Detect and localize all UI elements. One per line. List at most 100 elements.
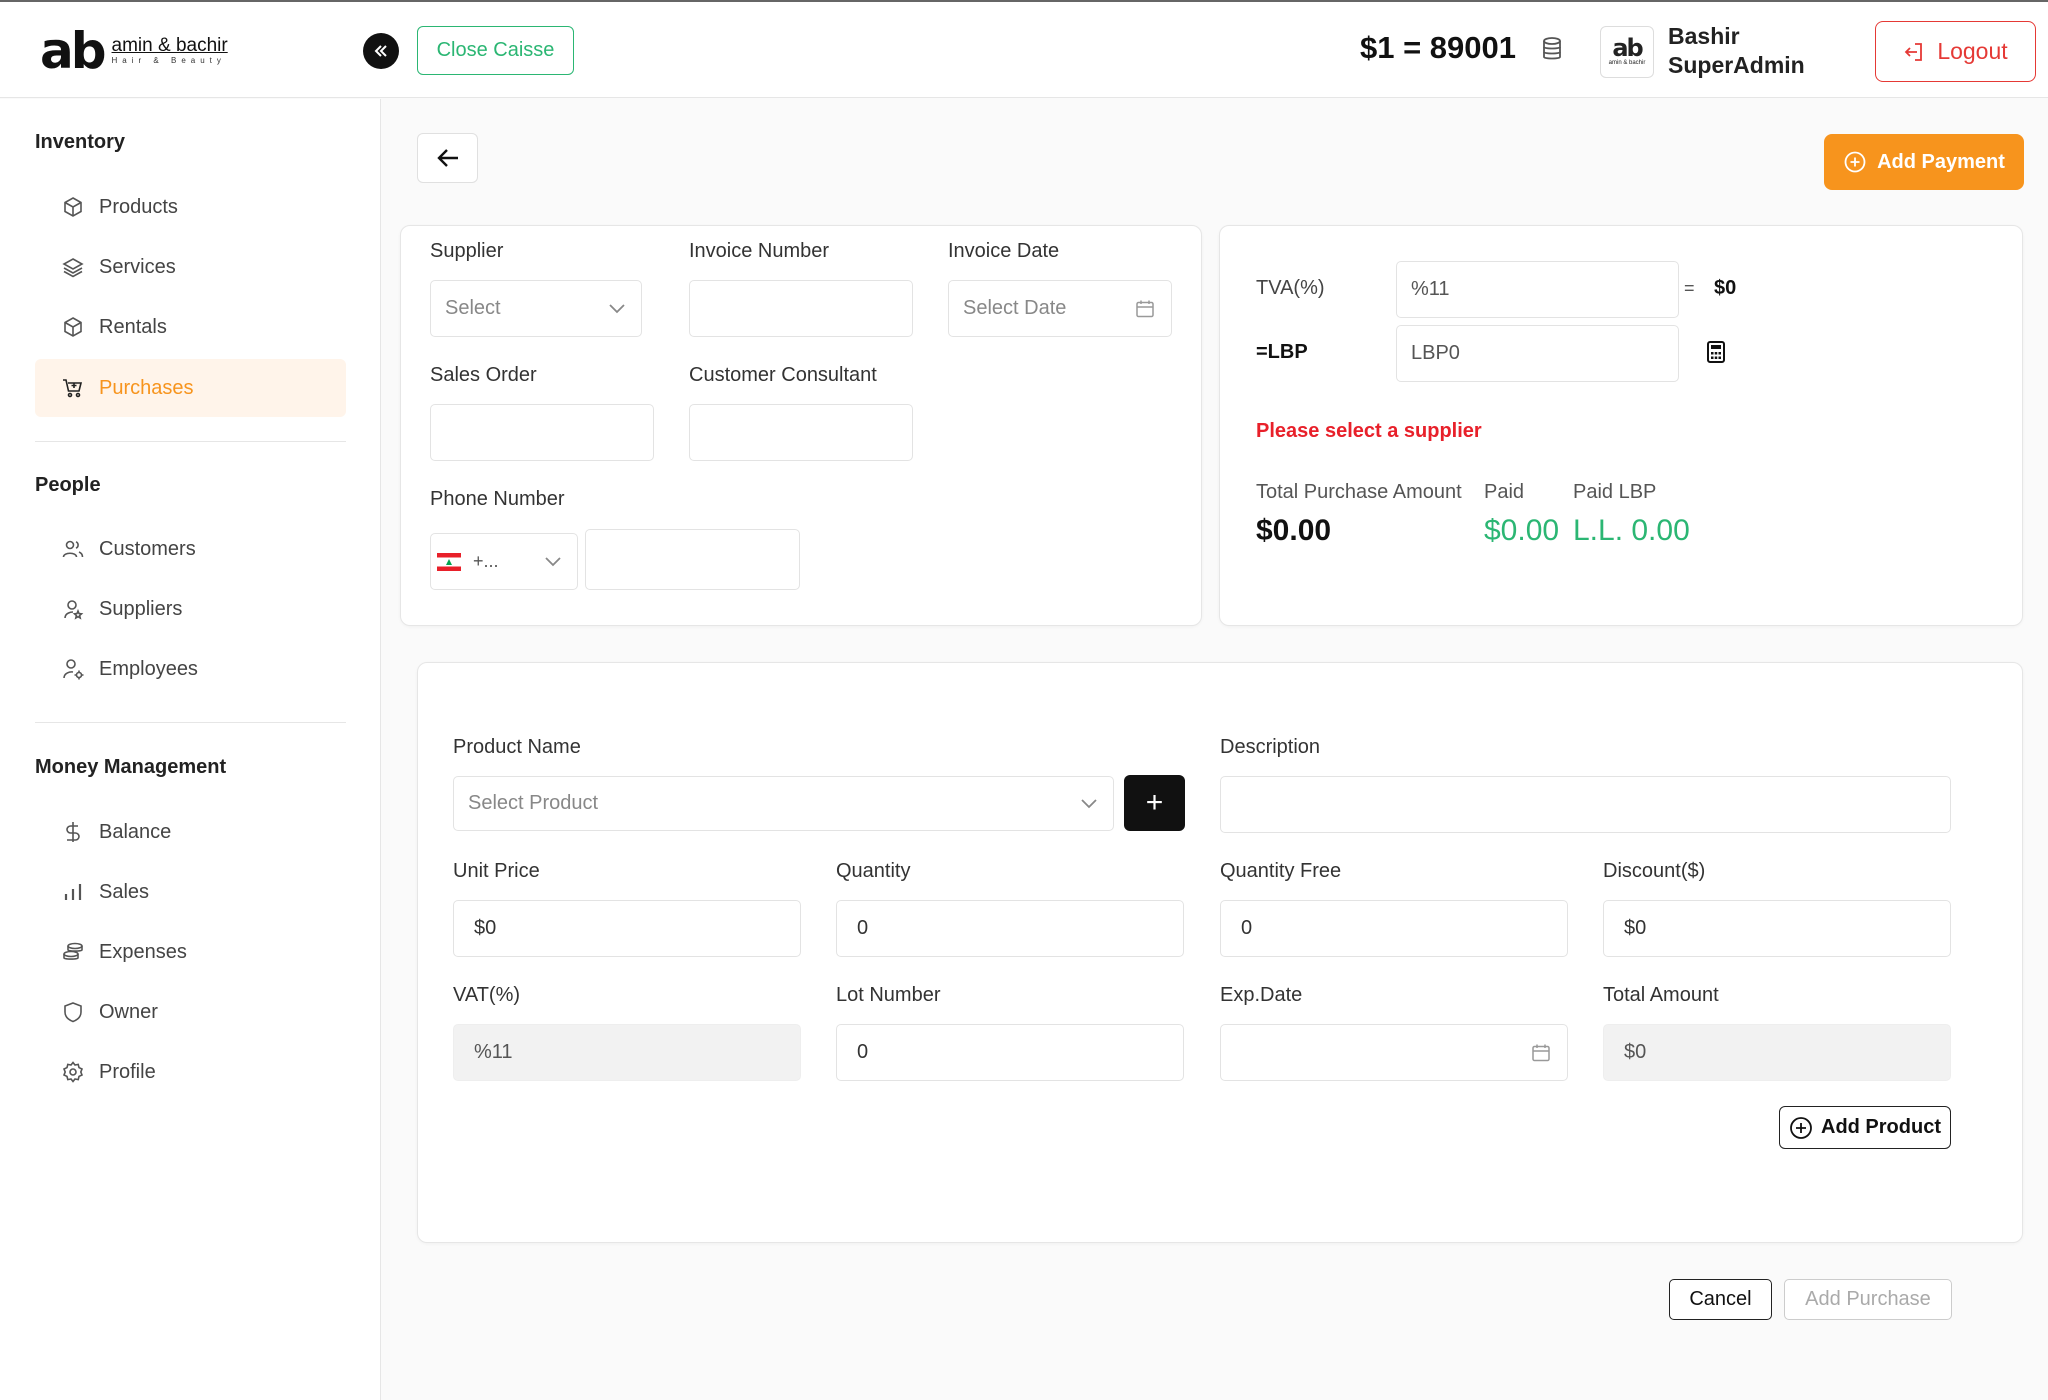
description-input[interactable] <box>1220 776 1951 833</box>
paid-value: $0.00 <box>1484 514 1560 547</box>
description-label: Description <box>1220 736 1321 758</box>
quantity-input[interactable]: 0 <box>836 900 1184 957</box>
vat-input: %11 <box>453 1024 801 1081</box>
paid-label: Paid <box>1484 481 1525 503</box>
sidebar-divider <box>35 441 346 442</box>
logo-mark: ab <box>40 22 107 80</box>
sidebar-item-customers[interactable]: Customers <box>35 520 346 578</box>
sidebar-item-label: Rentals <box>99 315 167 338</box>
calendar-icon <box>1136 300 1154 317</box>
database-icon[interactable] <box>1541 36 1563 62</box>
calendar-icon <box>1532 1044 1550 1061</box>
user-name: Bashir <box>1668 23 1740 49</box>
logout-button[interactable]: Logout <box>1875 21 2036 82</box>
product-select-placeholder: Select Product <box>468 792 599 814</box>
section-title-inventory: Inventory <box>35 131 126 153</box>
close-caisse-button[interactable]: Close Caisse <box>417 26 574 75</box>
users-icon <box>62 540 84 558</box>
supplier-label: Supplier <box>430 240 504 262</box>
invoice-number-label: Invoice Number <box>689 240 830 262</box>
coins-icon <box>63 942 83 960</box>
exp-date-input[interactable] <box>1220 1024 1568 1081</box>
add-product-button[interactable]: Add Product <box>1779 1106 1951 1149</box>
sidebar-item-label: Sales <box>99 880 150 903</box>
add-purchase-button[interactable]: Add Purchase <box>1784 1279 1952 1320</box>
invoice-date-label: Invoice Date <box>948 240 1060 262</box>
add-payment-button[interactable]: Add Payment <box>1824 134 2024 190</box>
sidebar-item-purchases[interactable]: Purchases <box>35 359 346 417</box>
logout-label: Logout <box>1937 38 2008 64</box>
quantity-label: Quantity <box>836 860 911 882</box>
discount-label: Discount($) <box>1603 860 1706 882</box>
user-gear-icon <box>63 659 84 680</box>
sales-order-label: Sales Order <box>430 364 537 386</box>
tva-result: $0 <box>1714 277 1737 299</box>
chevrons-left-icon <box>374 45 387 57</box>
sidebar-item-owner[interactable]: Owner <box>35 983 346 1041</box>
exp-date-label: Exp.Date <box>1220 984 1303 1006</box>
sidebar-item-label: Owner <box>99 1000 158 1023</box>
unit-price-input[interactable]: $0 <box>453 900 801 957</box>
plus-circle-icon <box>1790 1116 1812 1139</box>
avatar[interactable]: ab amin & bachir <box>1600 26 1654 78</box>
calculator-icon[interactable] <box>1707 341 1725 363</box>
paid-lbp-label: Paid LBP <box>1573 481 1657 503</box>
sidebar-item-label: Purchases <box>99 376 194 399</box>
lot-number-label: Lot Number <box>836 984 941 1006</box>
tva-input[interactable]: %11 <box>1396 261 1679 318</box>
country-code-select[interactable]: +... <box>430 533 578 590</box>
quantity-free-input[interactable]: 0 <box>1220 900 1568 957</box>
sidebar: Inventory Products Services Rentals Purc… <box>0 99 381 1400</box>
sidebar-item-products[interactable]: Products <box>35 178 346 236</box>
country-code-value: +... <box>473 551 499 571</box>
sidebar-item-label: Expenses <box>99 940 187 963</box>
logo-subtitle: Hair & Beauty <box>111 56 226 65</box>
sales-order-input[interactable] <box>430 404 654 461</box>
sidebar-item-profile[interactable]: Profile <box>35 1043 346 1101</box>
sidebar-item-expenses[interactable]: Expenses <box>35 923 346 981</box>
plus-icon: + <box>1145 786 1164 819</box>
product-select[interactable]: Select Product <box>453 776 1114 831</box>
discount-input[interactable]: $0 <box>1603 900 1951 957</box>
lbp-input[interactable]: LBP0 <box>1396 325 1679 382</box>
back-button[interactable] <box>417 133 478 183</box>
sidebar-item-services[interactable]: Services <box>35 238 346 296</box>
exchange-rate: $1 = 89001 <box>1360 30 1517 65</box>
sidebar-item-sales[interactable]: Sales <box>35 863 346 921</box>
chevron-down-icon <box>545 556 561 566</box>
sidebar-item-employees[interactable]: Employees <box>35 640 346 698</box>
equals-sign: = <box>1684 278 1695 298</box>
tva-label: TVA(%) <box>1256 277 1325 299</box>
sidebar-item-suppliers[interactable]: Suppliers <box>35 580 346 638</box>
invoice-number-input[interactable] <box>689 280 913 337</box>
sidebar-item-balance[interactable]: Balance <box>35 803 346 861</box>
invoice-date-placeholder: Select Date <box>963 297 1067 319</box>
new-product-button[interactable]: + <box>1124 775 1185 831</box>
section-title-money-management: Money Management <box>35 756 227 778</box>
supplier-select[interactable]: Select <box>430 280 642 337</box>
collapse-sidebar-button[interactable] <box>363 33 399 69</box>
logout-icon <box>1905 42 1923 61</box>
customer-consultant-input[interactable] <box>689 404 913 461</box>
lot-number-input[interactable]: 0 <box>836 1024 1184 1081</box>
vat-label: VAT(%) <box>453 984 521 1006</box>
chevron-down-icon <box>609 303 625 313</box>
sidebar-item-label: Products <box>99 195 178 218</box>
supplier-error-message: Please select a supplier <box>1256 420 1482 442</box>
avatar-subtitle: amin & bachir <box>1608 60 1646 66</box>
shield-icon <box>64 1002 82 1023</box>
total-purchase-label: Total Purchase Amount <box>1256 481 1462 503</box>
dollar-icon <box>66 822 80 842</box>
phone-number-input[interactable] <box>585 529 800 590</box>
cancel-button[interactable]: Cancel <box>1669 1279 1772 1320</box>
bar-chart-icon <box>64 884 82 900</box>
invoice-date-input[interactable]: Select Date <box>948 280 1172 337</box>
gear-icon <box>62 1061 84 1083</box>
arrow-left-icon <box>436 149 458 167</box>
supplier-select-value: Select <box>445 297 501 319</box>
brand-logo[interactable]: ab amin & bachir Hair & Beauty <box>40 22 228 80</box>
top-bar: ab amin & bachir Hair & Beauty Close Cai… <box>0 0 2048 98</box>
sidebar-item-rentals[interactable]: Rentals <box>35 298 346 356</box>
phone-number-label: Phone Number <box>430 488 565 510</box>
logo-text: amin & bachir Hair & Beauty <box>112 36 228 66</box>
